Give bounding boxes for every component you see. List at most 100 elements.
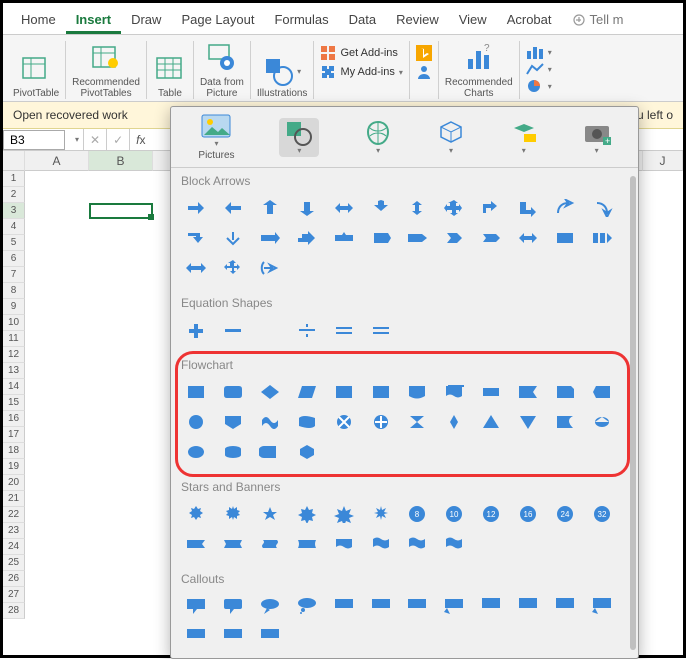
3d-button[interactable]: ▾ <box>437 120 465 155</box>
enter-icon[interactable]: ✓ <box>106 129 129 150</box>
row-9[interactable]: 9 <box>3 299 25 315</box>
row-15[interactable]: 15 <box>3 395 25 411</box>
equation-shape-1[interactable] <box>218 318 248 342</box>
banner-shape-1[interactable] <box>218 532 248 556</box>
tab-view[interactable]: View <box>449 7 497 34</box>
row-25[interactable]: 25 <box>3 555 25 571</box>
equation-shape-2[interactable] <box>255 318 285 342</box>
bing-button[interactable] <box>416 45 432 61</box>
row-28[interactable]: 28 <box>3 603 25 619</box>
callout-shape-1[interactable] <box>218 594 248 618</box>
row-24[interactable]: 24 <box>3 539 25 555</box>
equation-shape-4[interactable] <box>329 318 359 342</box>
my-addins-button[interactable]: My Add-ins ▾ <box>320 64 402 80</box>
chart-col-button[interactable]: ▾ <box>526 45 552 59</box>
arrow-shape-1[interactable] <box>218 196 248 220</box>
star-badge-10[interactable]: 10 <box>439 502 469 526</box>
col-A[interactable]: A <box>25 151 89 171</box>
row-14[interactable]: 14 <box>3 379 25 395</box>
row-20[interactable]: 20 <box>3 475 25 491</box>
arrow-shape-17[interactable] <box>366 226 396 250</box>
banner-shape-4[interactable] <box>329 532 359 556</box>
row-26[interactable]: 26 <box>3 571 25 587</box>
callout-shape-3[interactable] <box>292 594 322 618</box>
arrow-shape-12[interactable] <box>181 226 211 250</box>
callout-shape-14[interactable] <box>255 624 285 648</box>
row-3[interactable]: 3 <box>3 203 25 219</box>
col-B[interactable]: B <box>89 151 153 171</box>
ribbon-data-from-picture[interactable]: Data from Picture <box>194 41 251 99</box>
people-button[interactable] <box>416 64 432 80</box>
arrow-shape-3[interactable] <box>292 196 322 220</box>
arrow-shape-8[interactable] <box>476 196 506 220</box>
arrow-shape-26[interactable] <box>255 256 285 280</box>
fx-icon[interactable]: fx <box>129 129 151 150</box>
arrow-shape-25[interactable] <box>218 256 248 280</box>
row-21[interactable]: 21 <box>3 491 25 507</box>
star-badge-8[interactable]: 8 <box>402 502 432 526</box>
icons-button[interactable]: ▾ <box>364 120 392 155</box>
arrow-shape-10[interactable] <box>550 196 580 220</box>
row-1[interactable]: 1 <box>3 171 25 187</box>
row-6[interactable]: 6 <box>3 251 25 267</box>
arrow-shape-11[interactable] <box>587 196 617 220</box>
equation-shape-3[interactable] <box>292 318 322 342</box>
row-23[interactable]: 23 <box>3 523 25 539</box>
callout-shape-6[interactable] <box>402 594 432 618</box>
row-13[interactable]: 13 <box>3 363 25 379</box>
row-10[interactable]: 10 <box>3 315 25 331</box>
screenshot-button[interactable]: +▾ <box>583 120 611 155</box>
arrow-shape-21[interactable] <box>513 226 543 250</box>
star-badge-32[interactable]: 32 <box>587 502 617 526</box>
callout-shape-11[interactable] <box>587 594 617 618</box>
arrow-shape-24[interactable] <box>181 256 211 280</box>
callout-shape-8[interactable] <box>476 594 506 618</box>
row-12[interactable]: 12 <box>3 347 25 363</box>
arrow-shape-18[interactable] <box>402 226 432 250</box>
callout-shape-10[interactable] <box>550 594 580 618</box>
callout-shape-7[interactable] <box>439 594 469 618</box>
arrow-shape-5[interactable] <box>366 196 396 220</box>
tell-me[interactable]: Tell m <box>562 7 634 34</box>
banner-shape-0[interactable] <box>181 532 211 556</box>
smartart-button[interactable]: ▾ <box>510 120 538 155</box>
star-badge-24[interactable]: 24 <box>550 502 580 526</box>
star-shape-3[interactable] <box>292 502 322 526</box>
cancel-icon[interactable]: ✕ <box>83 129 106 150</box>
row-2[interactable]: 2 <box>3 187 25 203</box>
callout-shape-4[interactable] <box>329 594 359 618</box>
row-11[interactable]: 11 <box>3 331 25 347</box>
banner-shape-6[interactable] <box>402 532 432 556</box>
star-shape-5[interactable] <box>366 502 396 526</box>
col-J[interactable]: J <box>643 151 683 171</box>
ribbon-illustrations[interactable]: ▾ Illustrations <box>251 41 315 99</box>
arrow-shape-15[interactable] <box>292 226 322 250</box>
arrow-shape-20[interactable] <box>476 226 506 250</box>
star-shape-0[interactable] <box>181 502 211 526</box>
arrow-shape-19[interactable] <box>439 226 469 250</box>
banner-shape-2[interactable] <box>255 532 285 556</box>
tab-acrobat[interactable]: Acrobat <box>497 7 562 34</box>
banner-shape-7[interactable] <box>439 532 469 556</box>
star-badge-12[interactable]: 12 <box>476 502 506 526</box>
row-7[interactable]: 7 <box>3 267 25 283</box>
callout-shape-9[interactable] <box>513 594 543 618</box>
arrow-shape-7[interactable] <box>439 196 469 220</box>
get-addins-button[interactable]: Get Add-ins <box>320 45 402 61</box>
arrow-shape-9[interactable] <box>513 196 543 220</box>
row-16[interactable]: 16 <box>3 411 25 427</box>
tab-insert[interactable]: Insert <box>66 7 121 34</box>
callout-shape-12[interactable] <box>181 624 211 648</box>
callout-shape-0[interactable] <box>181 594 211 618</box>
ribbon-pivottable[interactable]: PivotTable <box>7 41 66 99</box>
chart-pie-button[interactable]: ▾ <box>526 79 552 93</box>
equation-shape-0[interactable] <box>181 318 211 342</box>
equation-shape-5[interactable] <box>366 318 396 342</box>
arrow-shape-13[interactable] <box>218 226 248 250</box>
arrow-shape-23[interactable] <box>587 226 617 250</box>
star-shape-2[interactable] <box>255 502 285 526</box>
arrow-shape-14[interactable] <box>255 226 285 250</box>
row-5[interactable]: 5 <box>3 235 25 251</box>
star-shape-1[interactable] <box>218 502 248 526</box>
banner-shape-5[interactable] <box>366 532 396 556</box>
